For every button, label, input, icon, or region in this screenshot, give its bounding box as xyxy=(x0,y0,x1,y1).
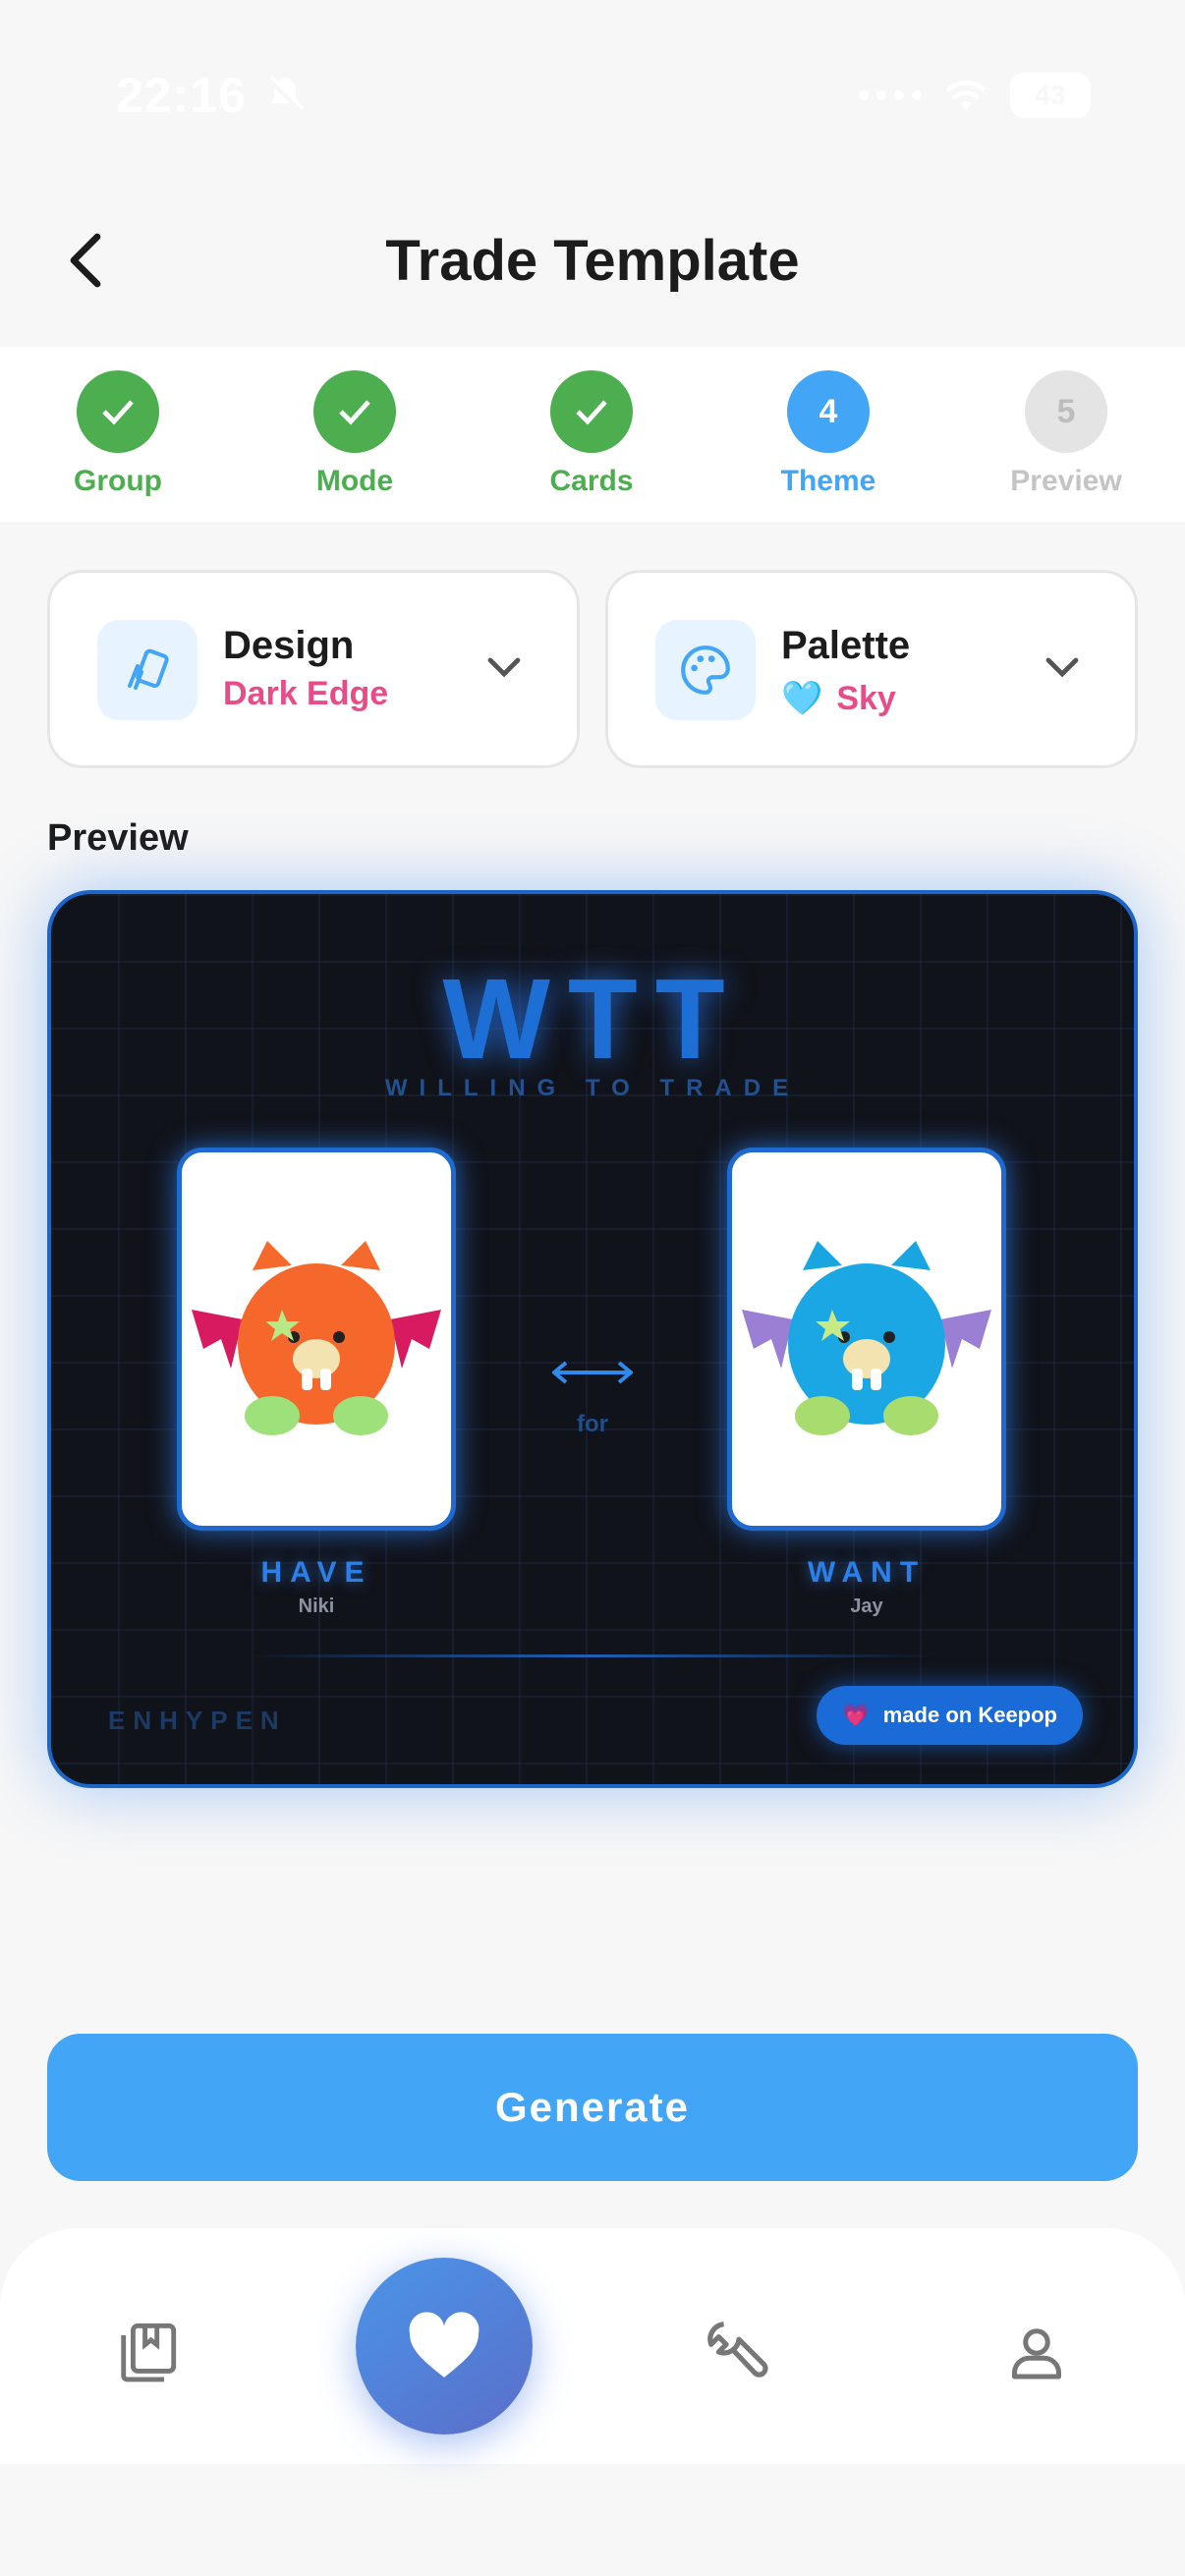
check-icon xyxy=(102,400,134,425)
heart-icon xyxy=(409,2312,480,2378)
wrench-icon xyxy=(707,2322,768,2378)
step-cards[interactable]: Cards xyxy=(493,370,690,498)
bell-slash-icon xyxy=(266,75,305,113)
signal-icon xyxy=(859,90,922,100)
profile-icon xyxy=(1012,2328,1061,2380)
nav-trade[interactable] xyxy=(356,2258,533,2435)
preview-section-label: Preview xyxy=(47,817,189,859)
step-check-circle xyxy=(77,370,159,453)
step-check-circle xyxy=(313,370,396,453)
selector-title: Design xyxy=(223,624,355,667)
step-check-circle xyxy=(550,370,633,453)
step-number: 4 xyxy=(787,370,870,453)
collection-icon xyxy=(121,2323,177,2382)
cards-icon xyxy=(97,620,198,720)
step-label: Cards xyxy=(549,465,634,497)
step-theme[interactable]: 4 Theme xyxy=(730,370,927,498)
divider xyxy=(248,1654,935,1657)
palette-emoji: 🩵 xyxy=(781,680,823,717)
step-mode[interactable]: Mode xyxy=(256,370,453,498)
want-card[interactable] xyxy=(727,1148,1006,1531)
trade-preview-card: WTT WILLING TO TRADE HAVE Niki for WANT … xyxy=(47,890,1138,1788)
status-bar: 22:16 43 xyxy=(0,0,1185,196)
bottom-nav xyxy=(0,2228,1185,2464)
battery-indicator: 43 xyxy=(1010,73,1091,118)
nav-tools[interactable] xyxy=(700,2313,778,2391)
selector-value: 🩵 Sky xyxy=(781,679,896,718)
stepper: Group Mode Cards 4 Theme 5 Preview xyxy=(0,347,1185,522)
step-label: Preview xyxy=(1010,465,1122,497)
swap-arrow-icon xyxy=(552,1361,633,1384)
have-member: Niki xyxy=(298,1596,335,1617)
step-label: Theme xyxy=(780,465,876,497)
made-on-keepop-badge: 💗 made on Keepop xyxy=(817,1686,1083,1745)
step-number: 5 xyxy=(1025,370,1107,453)
step-label: Mode xyxy=(315,465,394,497)
check-icon xyxy=(339,400,370,425)
selector-value: Dark Edge xyxy=(223,675,389,712)
palette-selector[interactable]: Palette 🩵 Sky xyxy=(605,570,1138,768)
step-group[interactable]: Group xyxy=(20,370,216,498)
wifi-icon xyxy=(945,81,987,111)
have-label: HAVE xyxy=(260,1556,372,1589)
heart-emoji: 💗 xyxy=(842,1703,870,1727)
chevron-down-icon xyxy=(1045,657,1079,678)
badge-text: made on Keepop xyxy=(882,1703,1057,1727)
nav-collection[interactable] xyxy=(108,2313,187,2391)
preview-subtitle: WILLING TO TRADE xyxy=(384,1075,801,1101)
want-member: Jay xyxy=(850,1596,883,1617)
palette-icon xyxy=(655,620,756,720)
blue-plush-image xyxy=(742,1241,991,1435)
chevron-down-icon xyxy=(487,657,521,678)
nav-profile[interactable] xyxy=(997,2313,1076,2391)
have-card[interactable] xyxy=(177,1148,456,1531)
page-title: Trade Template xyxy=(385,229,800,293)
generate-button[interactable]: Generate xyxy=(47,2034,1138,2181)
group-name: ENHYPEN xyxy=(108,1706,287,1735)
design-selector[interactable]: Design Dark Edge xyxy=(47,570,580,768)
status-time: 22:16 xyxy=(116,68,247,123)
selector-title: Palette xyxy=(781,624,911,667)
step-preview[interactable]: 5 Preview xyxy=(968,370,1164,498)
check-icon xyxy=(576,400,607,425)
step-label: Group xyxy=(74,465,162,497)
preview-title: WTT xyxy=(442,955,743,1083)
want-label: WANT xyxy=(807,1556,927,1589)
